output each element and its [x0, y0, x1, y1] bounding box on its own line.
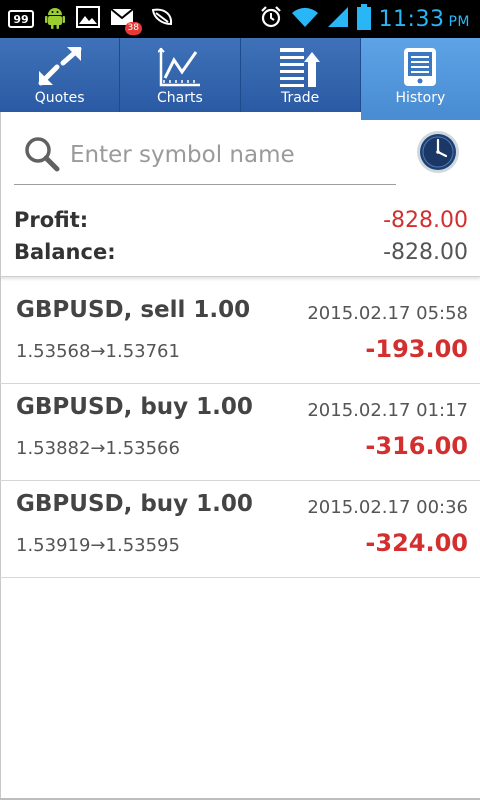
profit-value: -828.00 [383, 208, 468, 233]
tab-quotes[interactable]: Quotes [0, 38, 121, 112]
mail-icon: 38 [110, 7, 142, 35]
tab-history[interactable]: History [360, 38, 480, 120]
balance-label: Balance: [14, 240, 116, 264]
android-icon [44, 5, 66, 33]
ampm-text: PM [448, 13, 470, 30]
balance-row: Balance: -828.00 [14, 240, 468, 270]
history-tablet-icon [403, 46, 437, 88]
trade-row[interactable]: GBPUSD, buy 1.00 2015.02.17 01:17 1.5388… [0, 384, 480, 481]
clock-icon [416, 131, 460, 178]
leaf-app-icon [150, 6, 174, 32]
symbol-search-input[interactable] [68, 136, 392, 174]
account-summary: Profit: -828.00 Balance: -828.00 [0, 200, 480, 277]
trade-title: GBPUSD, buy 1.00 [16, 394, 253, 420]
symbol-search [14, 126, 396, 185]
trade-profit: -193.00 [365, 335, 468, 363]
system-icons: 11:33 PM [259, 4, 470, 34]
alarm-icon [259, 5, 283, 33]
trade-profit: -316.00 [365, 432, 468, 460]
trade-prices: 1.53882→1.53566 [16, 438, 180, 459]
notification-icons: 99 38 [8, 5, 174, 35]
wifi-icon [291, 6, 319, 32]
search-icon [24, 136, 60, 176]
trade-time: 2015.02.17 00:36 [307, 497, 468, 518]
battery-99-text: 99 [13, 12, 29, 26]
trade-prices: 1.53568→1.53761 [16, 341, 180, 362]
tab-charts[interactable]: Charts [120, 38, 241, 112]
mail-badge: 38 [124, 22, 142, 35]
signal-icon [327, 6, 349, 32]
tab-charts-label: Charts [156, 90, 203, 106]
trade-prices: 1.53919→1.53595 [16, 535, 180, 556]
clock-time: 11:33 PM [379, 7, 470, 32]
trade-profit: -324.00 [365, 529, 468, 557]
image-icon [76, 6, 100, 32]
trade-time: 2015.02.17 01:17 [307, 400, 468, 421]
tab-bar: Quotes Charts Trade History [0, 38, 480, 120]
trade-list-icon [278, 46, 322, 88]
trade-title: GBPUSD, sell 1.00 [16, 297, 251, 323]
trade-history-list: GBPUSD, sell 1.00 2015.02.17 05:58 1.535… [0, 287, 480, 578]
tab-quotes-label: Quotes [34, 90, 85, 106]
trade-time: 2015.02.17 05:58 [307, 303, 468, 324]
trade-title: GBPUSD, buy 1.00 [16, 491, 253, 517]
trade-row[interactable]: GBPUSD, sell 1.00 2015.02.17 05:58 1.535… [0, 287, 480, 384]
chart-line-icon [157, 46, 202, 88]
battery-icon [356, 4, 371, 34]
profit-row: Profit: -828.00 [14, 208, 468, 238]
period-button[interactable] [416, 130, 460, 174]
trade-row[interactable]: GBPUSD, buy 1.00 2015.02.17 00:36 1.5391… [0, 481, 480, 578]
tab-history-label: History [395, 90, 446, 106]
status-bar: 99 38 11:33 PM [0, 0, 480, 38]
balance-value: -828.00 [383, 240, 468, 265]
profit-label: Profit: [14, 208, 89, 232]
tab-trade[interactable]: Trade [241, 38, 361, 112]
quotes-arrows-icon [37, 46, 83, 88]
time-text: 11:33 [378, 6, 445, 32]
tab-trade-label: Trade [280, 90, 320, 106]
battery-99-icon: 99 [8, 10, 34, 28]
